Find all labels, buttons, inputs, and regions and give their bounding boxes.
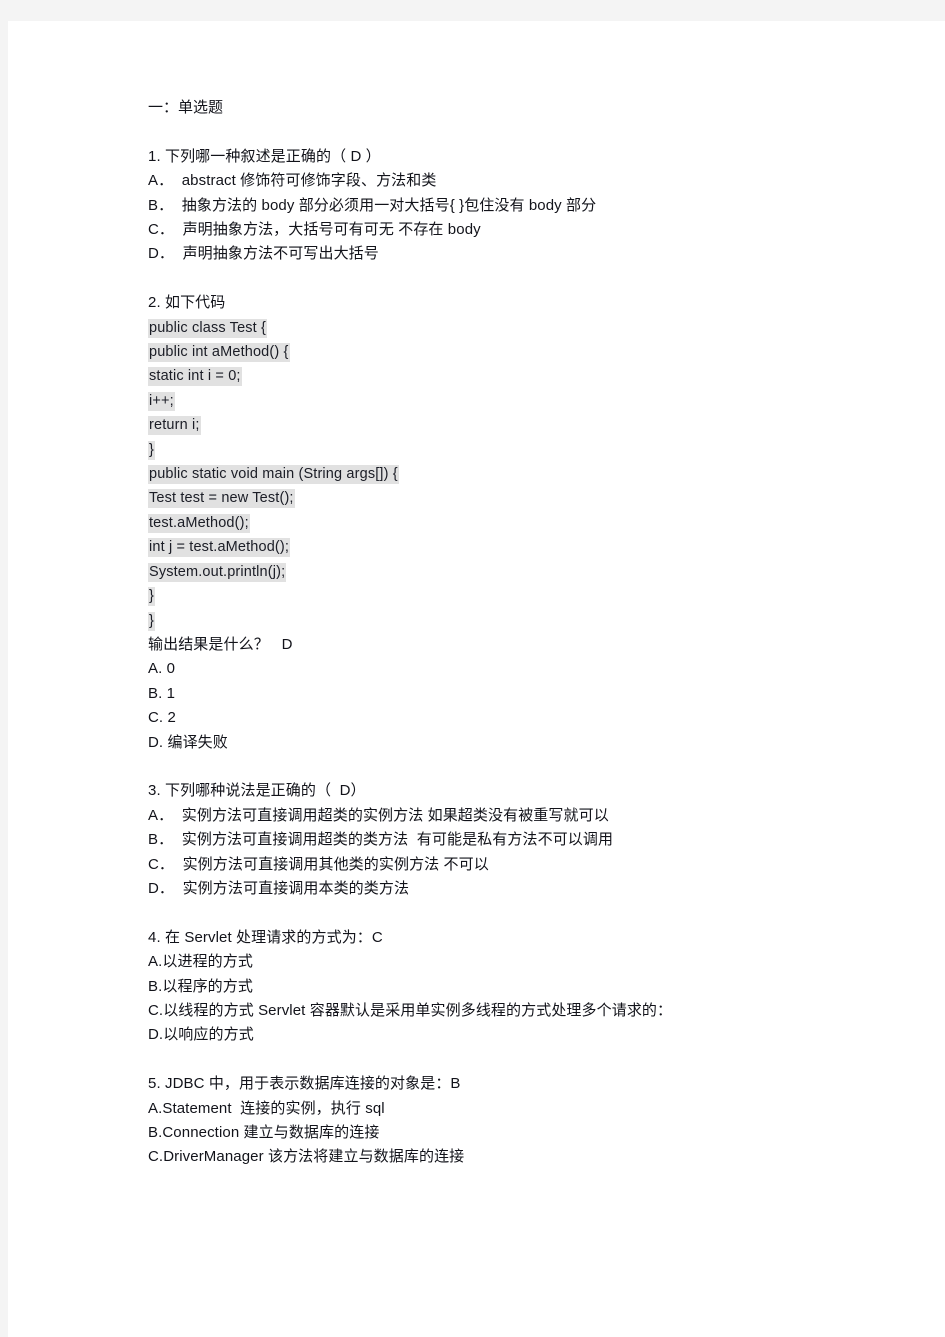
question-1-option-c: C． 声明抽象方法，大括号可有可无 不存在 body [148,221,481,239]
question-2-option-d: D. 编译失败 [148,733,228,751]
document-page: 一：单选题 1. 下列哪一种叙述是正确的（ D ） A． abstract 修饰… [8,21,945,1337]
code-line: } [148,609,848,633]
question-1-option-b: B． 抽象方法的 body 部分必须用一对大括号{ }包住没有 body 部分 [148,196,597,214]
code-text: test.aMethod(); [148,513,250,533]
question-1-stem: 1. 下列哪一种叙述是正确的（ D ） [148,147,381,165]
question-2-option-a: A. 0 [148,660,176,678]
code-text: } [148,587,155,607]
question-1-option-d: D． 声明抽象方法不可写出大括号 [148,245,379,263]
question-5-stem: 5. JDBC 中，用于表示数据库连接的对象是：B [148,1075,461,1093]
question-4-stem: 4. 在 Servlet 处理请求的方式为：C [148,928,383,946]
code-line: i++; [148,389,848,413]
question-3-option-c: C． 实例方法可直接调用其他类的实例方法 不可以 [148,855,489,873]
code-line: public class Test { [148,316,848,340]
code-line: } [148,438,848,462]
code-text: Test test = new Test(); [148,489,295,509]
question-4-option-b: B.以程序的方式 [148,977,253,995]
question-3-option-d: D． 实例方法可直接调用本类的类方法 [148,879,410,897]
code-text: int j = test.aMethod(); [148,538,291,558]
question-4-option-d: D.以响应的方式 [148,1026,254,1044]
code-text: public class Test { [148,318,268,338]
question-2-option-b: B. 1 [148,684,176,702]
code-text: } [148,611,155,631]
code-line: test.aMethod(); [148,511,848,535]
code-line: Test test = new Test(); [148,486,848,510]
question-5-option-b: B.Connection 建立与数据库的连接 [148,1123,380,1141]
code-text: return i; [148,416,201,436]
code-line: static int i = 0; [148,364,848,388]
code-text: i++; [148,391,175,411]
code-line: } [148,584,848,608]
question-3-stem: 3. 下列哪种说法是正确的（ D） [148,782,366,800]
code-text: public static void main (String args[]) … [148,465,399,485]
code-text: System.out.println(j); [148,562,287,582]
question-4-option-a: A.以进程的方式 [148,953,253,971]
question-2-option-c: C. 2 [148,709,176,727]
code-line: return i; [148,413,848,437]
question-2-prompt: 输出结果是什么？ D [148,635,293,653]
code-line: System.out.println(j); [148,560,848,584]
code-text: public int aMethod() { [148,343,290,363]
question-4-option-c: C.以线程的方式 Servlet 容器默认是采用单实例多线程的方式处理多个请求的… [148,1001,673,1019]
question-5-option-a: A.Statement 连接的实例，执行 sql [148,1099,385,1117]
document-content: 一：单选题 1. 下列哪一种叙述是正确的（ D ） A． abstract 修饰… [148,96,848,1170]
question-1-option-a: A． abstract 修饰符可修饰字段、方法和类 [148,172,437,190]
question-3-option-a: A． 实例方法可直接调用超类的实例方法 如果超类没有被重写就可以 [148,806,609,824]
question-2-stem: 2. 如下代码 [148,294,226,312]
code-text: } [148,440,155,460]
section-title: 一：单选题 [148,99,224,116]
question-5-option-c: C.DriverManager 该方法将建立与数据库的连接 [148,1148,465,1166]
code-text: static int i = 0; [148,367,242,387]
question-3-option-b: B． 实例方法可直接调用超类的类方法 有可能是私有方法不可以调用 [148,831,614,849]
code-line: public static void main (String args[]) … [148,462,848,486]
code-line: public int aMethod() { [148,340,848,364]
code-line: int j = test.aMethod(); [148,535,848,559]
